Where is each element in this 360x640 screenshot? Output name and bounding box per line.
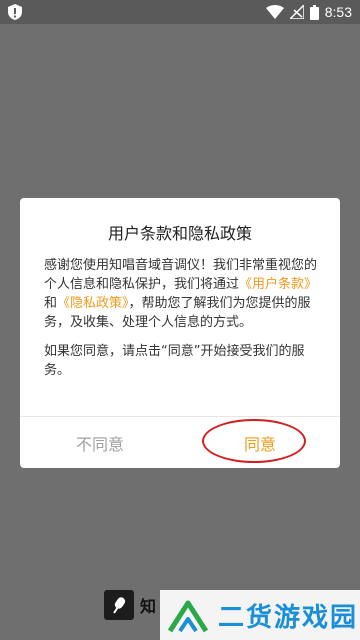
site-watermark: 二货游戏园 — [160, 590, 360, 640]
status-bar: 8:53 — [0, 0, 360, 24]
alert-icon — [8, 4, 22, 20]
microphone-icon — [113, 597, 126, 614]
app-name: 知 — [140, 597, 157, 616]
app-branding: 知 — [104, 590, 156, 620]
dialog-title: 用户条款和隐私政策 — [107, 224, 252, 243]
watermark-text: 二货游戏园 — [218, 602, 359, 633]
privacy-dialog: 用户条款和隐私政策 感谢您使用知唱音域音调仪！我们非常重视您的个人信息和隐私保护… — [20, 198, 340, 468]
wifi-icon — [265, 5, 284, 19]
dialog-paragraph-2: 如果您同意，请点击“同意”开始接受我们的服务。 — [44, 344, 305, 378]
battery-icon — [309, 4, 319, 20]
status-time: 8:53 — [324, 4, 352, 20]
privacy-link[interactable]: 《隐私政策》 — [57, 296, 129, 311]
app-logo-icon — [104, 590, 134, 620]
dialog-body: 感谢您使用知唱音域音调仪！我们非常重视您的个人信息和隐私保护，我们将通过《用户条… — [44, 256, 319, 390]
watermark-logo-icon — [167, 600, 209, 633]
signal-icon — [289, 5, 304, 19]
disagree-button[interactable]: 不同意 — [20, 417, 180, 468]
agree-button[interactable]: 同意 — [180, 417, 340, 468]
dialog-paragraph-1: 感谢您使用知唱音域音调仪！我们非常重视您的个人信息和隐私保护，我们将通过《用户条… — [44, 256, 319, 332]
para1-conj: 和 — [44, 296, 58, 311]
terms-link[interactable]: 《用户条款》 — [239, 277, 317, 292]
